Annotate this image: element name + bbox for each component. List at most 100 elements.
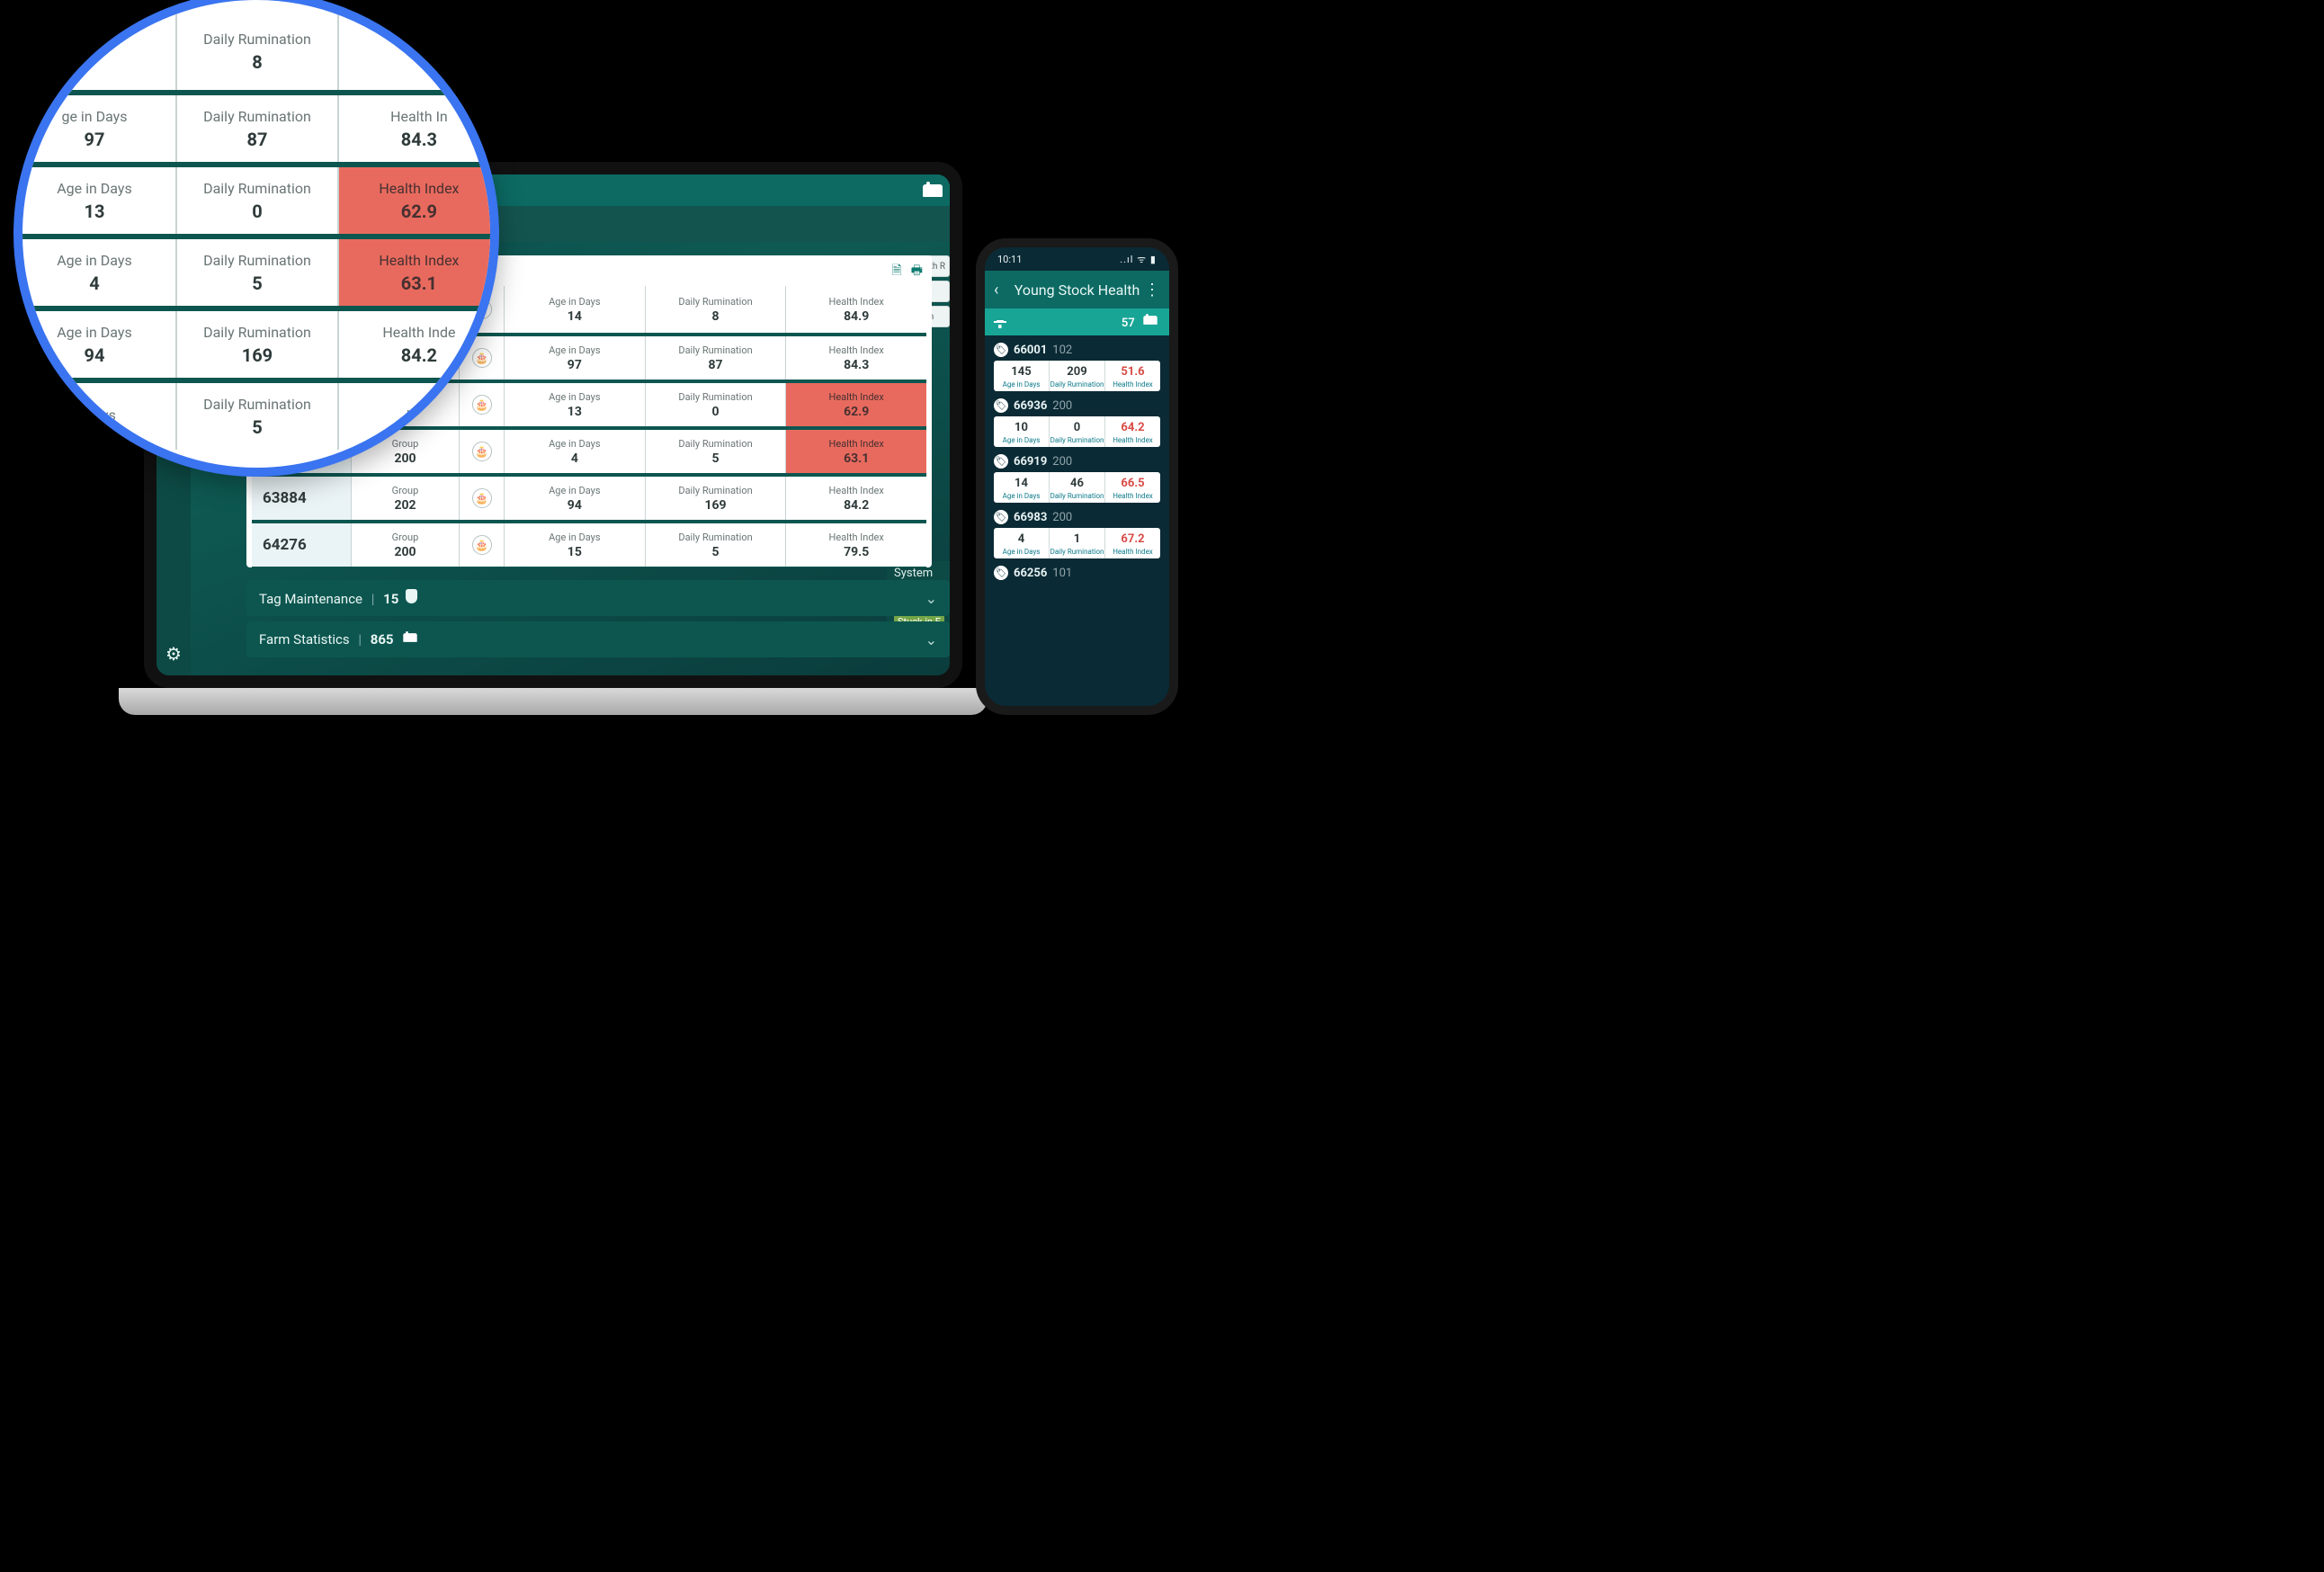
cell-age: n Days (13, 383, 175, 450)
print-icon[interactable]: 🖶 (911, 261, 923, 282)
cell-group: Group202 (351, 477, 459, 520)
cell-age: Age in Days94 (504, 477, 645, 520)
cell-rumination: Daily Rumination8 (645, 286, 786, 333)
cell-rumination: 0Daily Rumination (1050, 416, 1105, 447)
phone-status-bar: 10:11 ..ıl ᯤ ▮ (985, 247, 1169, 271)
phone-list-item[interactable]: 🏷 66256 101 (994, 566, 1160, 580)
chevron-down-icon: ⌄ (925, 631, 937, 648)
cell-health: Health Index84.9 (785, 286, 926, 333)
phone-animal-sub: 101 (1052, 567, 1072, 580)
cell-rumination: Daily Rumination8 (175, 13, 337, 90)
sheet-tools: 🗎 🖶 (892, 261, 923, 282)
laptop-base (119, 688, 988, 715)
cell-rumination: Daily Rumination0 (175, 167, 337, 234)
cell-birthday: 🎂 (459, 523, 504, 567)
phone-animal-id: 66256 (1014, 567, 1047, 580)
animal-id: 64276 (252, 523, 351, 567)
cell-health: 67.2Health Index (1105, 528, 1160, 558)
phone-animal-id: 66001 (1014, 344, 1047, 357)
phone-list-item[interactable]: 🏷66001102145Age in Days209Daily Ruminati… (994, 343, 1160, 391)
cell-health: Health Inde84.2 (337, 311, 499, 378)
phone-animal-id: 66983 (1014, 511, 1047, 524)
tag-maintenance-accordion[interactable]: Tag Maintenance | 15 ⌄ (246, 580, 950, 616)
cell-age: Age in Days94 (13, 311, 175, 378)
cell-health: Health Index79.5 (785, 523, 926, 567)
cell-health: Health Index84.2 (785, 477, 926, 520)
phone-animal-sub: 102 (1052, 344, 1072, 357)
phone-device: 10:11 ..ıl ᯤ ▮ ‹ Young Stock Health ⋮ 57… (976, 238, 1178, 715)
cell-rumination: 1Daily Rumination (1050, 528, 1105, 558)
phone-filter-bar: 57 (985, 308, 1169, 335)
phone-time: 10:11 (997, 254, 1022, 265)
phone-list[interactable]: 🏷66001102145Age in Days209Daily Ruminati… (985, 335, 1169, 580)
magnifier-row: Daily Rumination8 (13, 13, 499, 90)
table-row[interactable]: 64276Group200🎂Age in Days15Daily Ruminat… (252, 520, 926, 567)
magnifier-lens: Daily Rumination8ge in Days97Daily Rumin… (13, 0, 499, 477)
phone-item-header: 🏷66936200 (994, 398, 1160, 413)
cell-health: 66.5Health Index (1105, 472, 1160, 503)
filter-icon[interactable] (994, 316, 1006, 328)
tag-icon (406, 589, 417, 603)
cell-health: Health Index63.1 (785, 430, 926, 473)
phone-count: 57 (1122, 317, 1135, 330)
cell-rumination: Daily Rumination5 (645, 523, 786, 567)
cell-group: Group200 (351, 523, 459, 567)
cell-health: Health Index62.9 (785, 383, 926, 426)
cell-age: Age in Days13 (504, 383, 645, 426)
cell-health: Hea (337, 383, 499, 450)
accordion-label: Farm Statistics (259, 631, 350, 648)
cell-age: Age in Days97 (504, 336, 645, 380)
more-icon[interactable]: ⋮ (1144, 281, 1160, 299)
cell-rumination: Daily Rumination169 (175, 311, 337, 378)
phone-animal-sub: 200 (1052, 399, 1072, 413)
cow-icon (923, 184, 943, 197)
accordion-label: Tag Maintenance (259, 591, 362, 607)
cell-rumination: 209Daily Rumination (1050, 361, 1105, 391)
back-icon[interactable]: ‹ (994, 281, 998, 299)
table-row[interactable]: 63884Group202 🎂 Age in Days94Daily Ruminat… (252, 473, 926, 520)
phone-item-card: 14Age in Days46Daily Rumination66.5Healt… (994, 472, 1160, 503)
animal-id: 63884 (252, 477, 351, 520)
cell-age (13, 13, 175, 90)
cell-age: Age in Days13 (13, 167, 175, 234)
tag-icon: 🏷 (994, 454, 1008, 469)
phone-list-item[interactable]: 🏷6691920014Age in Days46Daily Rumination… (994, 454, 1160, 503)
cake-icon: 🎂 (472, 488, 492, 508)
tag-icon: 🏷 (994, 510, 1008, 524)
phone-item-card: 10Age in Days0Daily Rumination64.2Health… (994, 416, 1160, 447)
tag-icon: 🏷 (994, 398, 1008, 413)
magnifier-row: Age in Days4Daily Rumination5Health Inde… (13, 234, 499, 306)
tag-icon: 🏷 (994, 343, 1008, 357)
cell-rumination: Daily Rumination87 (645, 336, 786, 380)
phone-list-item[interactable]: 🏷66936200 10Age in Days0Daily Rumination6… (994, 398, 1160, 447)
cell-health: 64.2Health Index (1105, 416, 1160, 447)
cow-icon (404, 633, 417, 642)
phone-animal-sub: 200 (1052, 511, 1072, 524)
cell-rumination: Daily Rumination169 (645, 477, 786, 520)
cell-health: Health Index84.3 (785, 336, 926, 380)
cell-age: ge in Days97 (13, 95, 175, 162)
cell-rumination: Daily Rumination5 (645, 430, 786, 473)
cell-age: Age in Days14 (504, 286, 645, 333)
phone-list-item[interactable]: 🏷 66983 200 4Age in Days1Daily Rumination67… (994, 510, 1160, 558)
magnifier-row: Age in Days13Daily Rumination0Health Ind… (13, 162, 499, 234)
accordion-count: 865 (371, 631, 394, 648)
phone-item-card: 145Age in Days209Daily Rumination51.6Hea… (994, 361, 1160, 391)
document-icon[interactable]: 🗎 (892, 261, 902, 282)
cake-icon: 🎂 (472, 535, 492, 555)
magnifier-row: Age in Days94Daily Rumination169Health I… (13, 306, 499, 378)
cell-health (337, 13, 499, 90)
magnifier-row: ge in Days97Daily Rumination87Health In8… (13, 90, 499, 162)
cell-age: Age in Days4 (13, 239, 175, 306)
phone-item-card: 4Age in Days1Daily Rumination67.2Health … (994, 528, 1160, 558)
tag-icon: 🏷 (994, 566, 1008, 580)
cell-age: 145Age in Days (994, 361, 1050, 391)
phone-animal-sub: 200 (1052, 455, 1072, 469)
farm-statistics-accordion[interactable]: Farm Statistics | 865 ⌄ (246, 621, 950, 657)
signal-icon: ..ıl ᯤ ▮ (1120, 253, 1157, 266)
phone-item-header: 🏷 66983 200 (994, 510, 1160, 524)
cell-age: 10Age in Days (994, 416, 1050, 447)
cell-rumination: Daily Rumination0 (645, 383, 786, 426)
gear-icon[interactable]: ⚙ (165, 643, 182, 665)
phone-title: Young Stock Health (1015, 281, 1140, 299)
